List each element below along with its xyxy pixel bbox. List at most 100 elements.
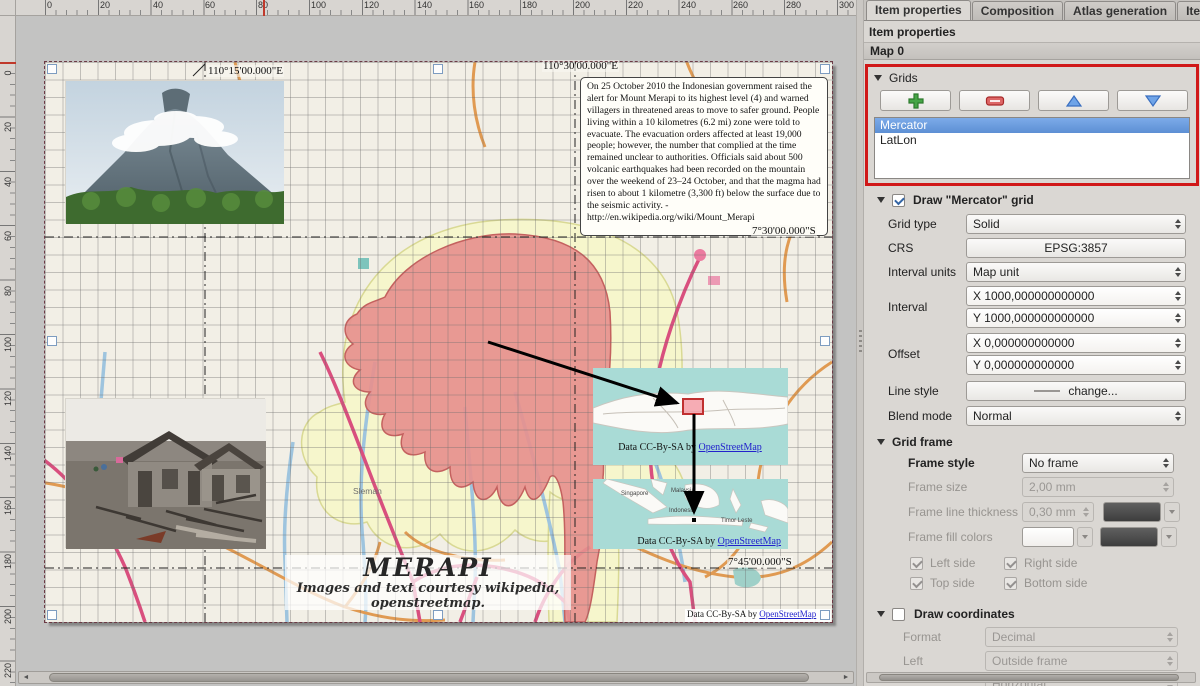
ruler-tick-label: 100 [3, 338, 13, 352]
collapse-arrow-icon[interactable] [877, 611, 885, 617]
panel-horizontal-scrollbar[interactable] [866, 672, 1196, 683]
grid-list-item-latlon[interactable]: LatLon [875, 133, 1189, 148]
color-dropdown-button [1164, 502, 1180, 522]
left-side-label: Left side [930, 556, 975, 570]
grid-type-combobox[interactable]: Solid [966, 214, 1186, 234]
right-side-label: Right side [1024, 556, 1077, 570]
tab-items[interactable]: Items [1177, 1, 1200, 20]
ruler-tick-label: 60 [3, 229, 13, 243]
grid-list-item-mercator[interactable]: Mercator [875, 118, 1189, 133]
crs-button[interactable]: EPSG:3857 [966, 238, 1186, 258]
destroyed-house-photo[interactable] [65, 398, 265, 548]
line-style-label: Line style [864, 384, 966, 398]
frame-style-label: Frame style [864, 456, 1022, 470]
resize-handle-w[interactable] [47, 336, 57, 346]
interval-y-spinbox[interactable]: Y 1000,000000000000 [966, 308, 1186, 328]
item-properties-panel: Item properties Composition Atlas genera… [864, 0, 1200, 686]
ruler-horizontal: 0 20 40 60 80 100 120 140 160 180 200 22… [16, 0, 856, 16]
scroll-right-arrow-icon[interactable]: ► [840, 674, 852, 681]
draw-coordinates-checkbox[interactable] [892, 608, 905, 621]
offset-y-spinbox[interactable]: Y 0,000000000000 [966, 355, 1186, 375]
cursor-position-marker [263, 0, 265, 16]
spinner-arrows-icon[interactable] [1170, 309, 1185, 327]
ruler-tick-label: 100 [311, 0, 326, 10]
ruler-tick-label: 140 [3, 447, 13, 461]
draw-grid-checkbox[interactable] [892, 194, 905, 207]
resize-handle-nw[interactable] [47, 64, 57, 74]
offset-label: Offset [864, 347, 966, 361]
collapse-arrow-icon[interactable] [877, 197, 885, 203]
frame-line-thickness-label: Frame line thickness [864, 505, 1022, 519]
move-grid-up-button[interactable] [1038, 90, 1109, 111]
splitter-handle-icon [859, 330, 862, 352]
spinner-arrows-icon[interactable] [1170, 407, 1185, 425]
ruler-tick-label: 180 [522, 0, 537, 10]
tab-composition[interactable]: Composition [972, 1, 1063, 20]
inset-map-java[interactable]: Data CC-By-SA by OpenStreetMap [593, 368, 788, 465]
frame-line-color-swatch [1103, 502, 1161, 522]
scrollbar-thumb[interactable] [879, 674, 1179, 681]
collapse-arrow-icon[interactable] [877, 439, 885, 445]
interval-units-combobox[interactable]: Map unit [966, 262, 1186, 282]
frame-style-combobox[interactable]: No frame [1022, 453, 1174, 473]
line-style-change-button[interactable]: change... [966, 381, 1186, 401]
ruler-tick-label: 240 [681, 0, 696, 10]
right-side-checkbox [1004, 557, 1017, 570]
coordinate-left-combobox: Outside frame [985, 651, 1178, 671]
map-title-block[interactable]: MERAPI Images and text courtesy wikipedi… [285, 555, 571, 610]
draw-grid-label: Draw "Mercator" grid [913, 193, 1034, 207]
frame-fill-color2-swatch [1100, 527, 1158, 547]
ruler-tick-label: 220 [628, 0, 643, 10]
ruler-tick-label: 60 [205, 0, 215, 10]
remove-grid-button[interactable] [959, 90, 1030, 111]
frame-line-thickness-spinbox: 0,30 mm [1022, 502, 1094, 522]
spinner-arrows-icon[interactable] [1170, 334, 1185, 352]
resize-handle-ne[interactable] [820, 64, 830, 74]
move-grid-down-button[interactable] [1117, 90, 1188, 111]
offset-x-spinbox[interactable]: X 0,000000000000 [966, 333, 1186, 353]
inset-map-indonesia[interactable]: Singapore Malaysia Indonesia Timor Leste… [593, 479, 788, 549]
tab-item-properties[interactable]: Item properties [866, 0, 971, 20]
map-item[interactable]: Sleman 110°15'00.000"E 110°30'00.000"E 7… [45, 62, 832, 622]
panel-splitter[interactable] [856, 0, 864, 686]
interval-units-label: Interval units [864, 265, 966, 279]
resize-handle-se[interactable] [820, 610, 830, 620]
grid-frame-section-label: Grid frame [892, 435, 953, 449]
description-textbox[interactable]: On 25 October 2010 the Indonesian govern… [580, 77, 828, 236]
spinner-arrows-icon[interactable] [1170, 263, 1185, 281]
interval-x-spinbox[interactable]: X 1000,000000000000 [966, 286, 1186, 306]
resize-handle-n[interactable] [433, 64, 443, 74]
ruler-tick-label: 20 [100, 0, 110, 10]
resize-handle-s[interactable] [433, 610, 443, 620]
canvas-horizontal-scrollbar[interactable]: ◄ ► [18, 671, 854, 684]
composer-canvas[interactable]: 0 20 40 60 80 100 120 140 160 180 200 22… [0, 0, 856, 686]
map-attribution: Data CC-By-SA by OpenStreetMap [685, 609, 831, 622]
frame-size-spinbox: 2,00 mm [1022, 477, 1174, 497]
blend-mode-combobox[interactable]: Normal [966, 406, 1186, 426]
collapse-arrow-icon[interactable] [874, 75, 882, 81]
grid-coordinate-label: 110°15'00.000"E [207, 65, 284, 77]
openstreetmap-link[interactable]: OpenStreetMap [759, 609, 816, 619]
resize-handle-e[interactable] [820, 336, 830, 346]
spinner-arrows-icon[interactable] [1170, 287, 1185, 305]
spinner-arrows-icon[interactable] [1170, 215, 1185, 233]
ruler-tick-label: 80 [3, 284, 13, 298]
tab-atlas-generation[interactable]: Atlas generation [1064, 1, 1176, 20]
grid-coordinate-label: 110°30'00.000"E [542, 60, 619, 72]
spinner-arrows-icon[interactable] [1170, 356, 1185, 374]
panel-title: Item properties [864, 21, 1200, 42]
scroll-left-arrow-icon[interactable]: ◄ [20, 674, 32, 681]
plus-icon [907, 92, 925, 109]
left-side-checkbox [910, 557, 923, 570]
spinner-arrows-icon[interactable] [1158, 454, 1173, 472]
frame-size-label: Frame size [864, 480, 1022, 494]
ruler-tick-label: 180 [3, 555, 13, 569]
scrollbar-thumb[interactable] [49, 673, 809, 682]
resize-handle-sw[interactable] [47, 610, 57, 620]
ruler-tick-label: 160 [469, 0, 484, 10]
crs-label: CRS [864, 241, 966, 255]
volcano-photo[interactable] [65, 80, 283, 223]
interval-label: Interval [864, 300, 966, 314]
add-grid-button[interactable] [880, 90, 951, 111]
grid-list[interactable]: Mercator LatLon [874, 117, 1190, 179]
